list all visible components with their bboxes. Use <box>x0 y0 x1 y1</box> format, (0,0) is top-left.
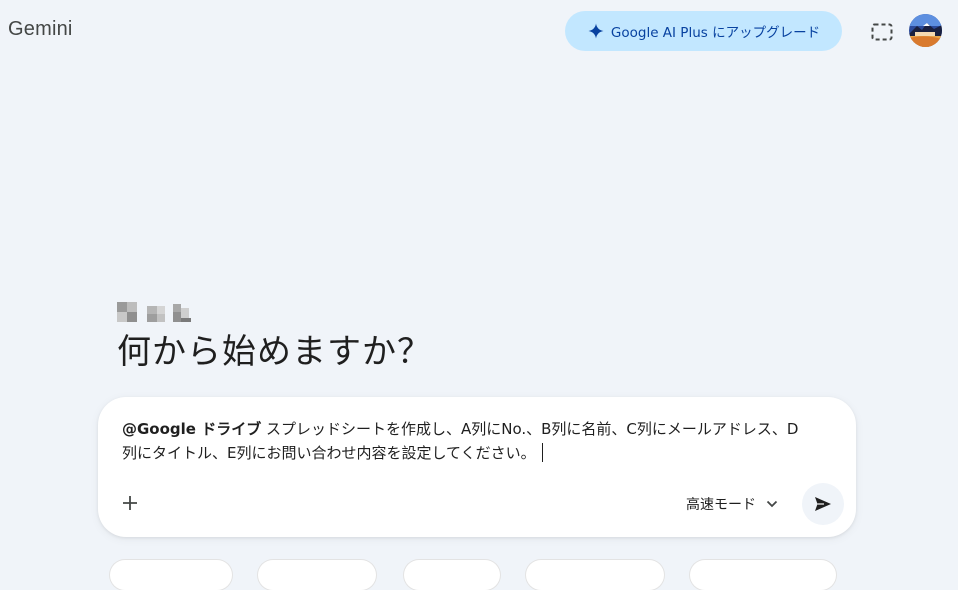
mode-selector[interactable]: 高速モード <box>686 493 778 515</box>
add-attachment-button[interactable] <box>118 491 142 515</box>
plus-icon <box>123 496 137 510</box>
upgrade-button[interactable]: Google AI Plus にアップグレード <box>565 11 842 51</box>
chevron-down-icon <box>766 500 778 508</box>
screen-capture-button[interactable] <box>868 18 896 46</box>
avatar[interactable] <box>909 14 942 47</box>
text-caret <box>541 443 543 462</box>
screen-capture-icon <box>871 23 893 41</box>
prompt-input-box[interactable]: @Google ドライブ スプレッドシートを作成し、A列にNo.、B列に名前、C… <box>98 397 856 537</box>
prompt-input[interactable]: @Google ドライブ スプレッドシートを作成し、A列にNo.、B列に名前、C… <box>122 417 802 465</box>
send-icon <box>815 497 831 511</box>
mode-label: 高速モード <box>686 497 756 513</box>
greeting-name-pixelated <box>117 298 197 324</box>
send-button[interactable] <box>802 483 844 525</box>
drive-mention: @Google ドライブ <box>122 420 262 438</box>
upgrade-label: Google AI Plus にアップグレード <box>610 25 821 41</box>
page-headline: 何から始めますか？ <box>117 332 432 372</box>
avatar-image <box>909 14 942 47</box>
sparkle-icon <box>588 23 604 39</box>
app-title[interactable]: Gemini <box>8 18 73 41</box>
